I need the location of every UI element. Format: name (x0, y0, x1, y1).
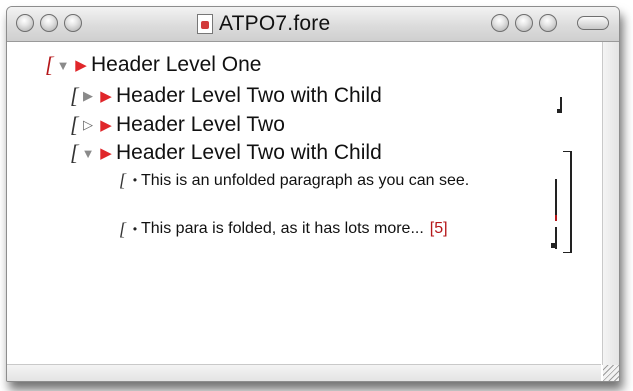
title-bar[interactable]: ATPO7.fore (7, 7, 619, 42)
vertical-scrollbar[interactable] (602, 42, 619, 365)
minimize-window-button[interactable] (40, 14, 58, 32)
outline-row-paragraph-2[interactable]: [ • This para is folded, as it has lots … (119, 219, 448, 238)
outline-row-header-two-a[interactable]: [ ▶ ▶ Header Level Two with Child (70, 84, 382, 108)
toolbar-button-2[interactable] (515, 14, 533, 32)
header-level-two-label[interactable]: Header Level Two with Child (116, 141, 382, 165)
disclosure-collapsed-icon[interactable]: ▶ (80, 88, 96, 104)
document-icon (197, 14, 213, 34)
header-level-one-label[interactable]: Header Level One (91, 53, 261, 77)
disclosure-expanded-icon[interactable]: ▼ (80, 146, 96, 161)
horizontal-scrollbar[interactable] (7, 364, 601, 381)
disclosure-expanded-icon[interactable]: ▼ (55, 58, 71, 73)
row-bracket[interactable]: [ (70, 114, 80, 136)
outline-area[interactable]: [ ▼ ▶ Header Level One [ ▶ ▶ Header Leve… (7, 42, 601, 362)
right-bar-marker (555, 215, 557, 221)
paragraph-text[interactable]: This para is folded, as it has lots more… (141, 219, 424, 238)
outliner-window: ATPO7.fore [ ▼ ▶ Header Level One [ ▶ ▶ … (6, 6, 620, 382)
right-bar-marker (555, 179, 557, 215)
right-bar-marker (551, 243, 557, 248)
toolbar-button-3[interactable] (539, 14, 557, 32)
row-bracket[interactable]: [ (119, 220, 129, 238)
row-bracket[interactable]: [ (70, 142, 80, 164)
disclosure-empty-icon[interactable]: ▷ (80, 117, 96, 133)
right-bar-marker (563, 151, 572, 152)
row-bracket[interactable]: [ (45, 54, 55, 76)
right-bar-marker (563, 252, 572, 253)
heading-marker-icon: ▶ (100, 117, 112, 134)
bullet-icon: • (132, 173, 138, 187)
bullet-icon: • (132, 221, 138, 236)
close-window-button[interactable] (16, 14, 34, 32)
resize-grip-icon[interactable] (603, 365, 619, 381)
toolbar-toggle-button[interactable] (577, 16, 609, 30)
folded-count-badge[interactable]: [5] (430, 219, 448, 238)
heading-marker-icon: ▶ (100, 145, 112, 162)
right-bar-marker (570, 151, 572, 253)
paragraph-text[interactable]: This is an unfolded paragraph as you can… (141, 171, 511, 190)
header-level-two-label[interactable]: Header Level Two with Child (116, 84, 382, 108)
heading-marker-icon: ▶ (100, 88, 112, 105)
row-bracket[interactable]: [ (119, 171, 129, 189)
outline-row-header-two-b[interactable]: [ ▷ ▶ Header Level Two (70, 113, 285, 137)
outline-row-header-two-c[interactable]: [ ▼ ▶ Header Level Two with Child (70, 141, 382, 165)
heading-marker-icon: ▶ (75, 57, 87, 74)
right-bar-marker (557, 109, 562, 113)
outline-row-paragraph-1[interactable]: [ • This is an unfolded paragraph as you… (119, 171, 511, 190)
toolbar-button-1[interactable] (491, 14, 509, 32)
window-title-group: ATPO7.fore (197, 12, 331, 35)
window-title: ATPO7.fore (219, 12, 331, 35)
outline-row-header-one[interactable]: [ ▼ ▶ Header Level One (45, 53, 261, 77)
header-level-two-label[interactable]: Header Level Two (116, 113, 285, 137)
row-bracket[interactable]: [ (70, 85, 80, 107)
zoom-window-button[interactable] (64, 14, 82, 32)
